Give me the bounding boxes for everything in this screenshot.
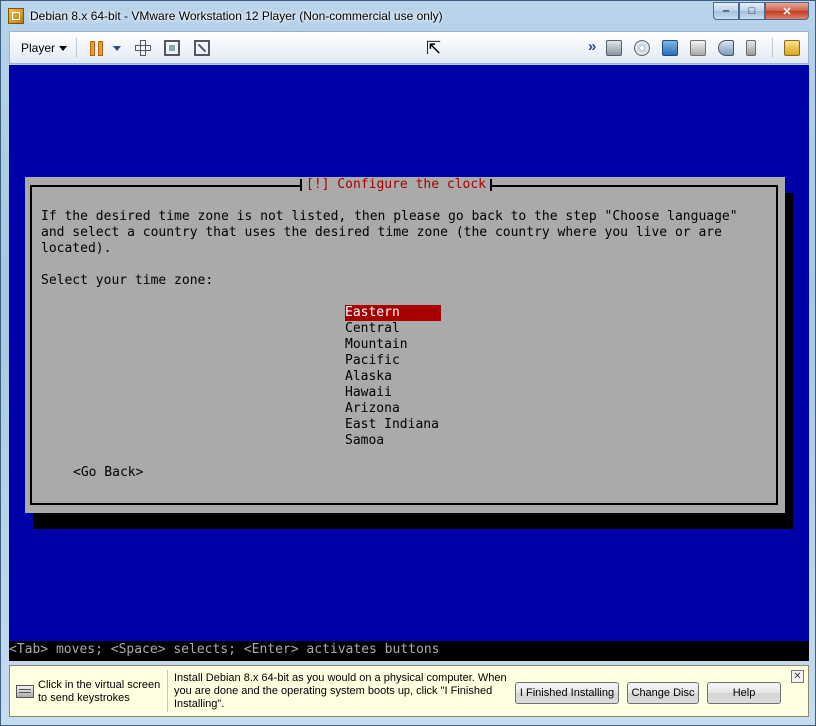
window-controls: ‒ □ ✕ (713, 2, 809, 20)
maximize-button[interactable]: □ (739, 2, 765, 20)
toolbar-divider (772, 38, 773, 58)
virtual-machine-screen[interactable]: [!] Configure the clock If the desired t… (9, 65, 809, 661)
player-menu-button[interactable]: Player (21, 41, 68, 55)
fullscreen-icon[interactable] (164, 40, 180, 56)
power-menu-chevron-icon[interactable] (113, 46, 121, 51)
hint-divider (167, 670, 168, 712)
keystroke-hint: Click in the virtual screen to send keys… (38, 679, 161, 704)
close-button[interactable]: ✕ (765, 2, 809, 20)
unity-icon[interactable] (194, 40, 210, 56)
more-devices-icon[interactable]: » (588, 38, 596, 55)
timezone-option[interactable]: Eastern (345, 305, 441, 321)
mouse-cursor-icon: ⇱ (426, 38, 442, 58)
player-menu-label: Player (21, 41, 56, 55)
help-button[interactable]: Help (707, 682, 781, 704)
sound-card-icon[interactable] (718, 40, 734, 56)
toolbar: Player ⇱ » (9, 31, 809, 64)
dialog-message: If the desired time zone is not listed, … (41, 209, 738, 256)
timezone-option[interactable]: Pacific (345, 353, 441, 369)
cd-dvd-icon[interactable] (634, 40, 650, 56)
close-hint-icon[interactable]: ✕ (791, 670, 804, 683)
timezone-option[interactable]: Central (345, 321, 441, 337)
timezone-option[interactable]: East Indiana (345, 417, 441, 433)
timezone-option[interactable]: Arizona (345, 401, 441, 417)
timezone-option[interactable]: Hawaii (345, 385, 441, 401)
send-ctrl-alt-del-icon[interactable] (135, 40, 151, 56)
finished-installing-button[interactable]: I Finished Installing (515, 682, 619, 704)
keyboard-icon (16, 685, 34, 698)
configure-clock-dialog: [!] Configure the clock If the desired t… (25, 177, 785, 513)
title-bar[interactable]: Debian 8.x 64-bit - VMware Workstation 1… (1, 1, 816, 31)
hard-disk-icon[interactable] (606, 40, 622, 56)
printer-icon[interactable] (690, 40, 706, 56)
dialog-title: [!] Configure the clock (300, 177, 493, 193)
timezone-option[interactable]: Alaska (345, 369, 441, 385)
timezone-list[interactable]: Eastern Central Mountain Pacific Alaska Hawai… (345, 305, 441, 449)
install-hint-text: Install Debian 8.x 64-bit as you would o… (174, 672, 507, 710)
network-adapter-icon[interactable] (662, 40, 678, 56)
window-frame: Debian 8.x 64-bit - VMware Workstation 1… (0, 0, 816, 726)
timezone-prompt: Select your time zone: (41, 273, 214, 288)
timezone-option[interactable]: Samoa (345, 433, 441, 449)
timezone-option[interactable]: Mountain (345, 337, 441, 353)
message-log-icon[interactable] (784, 40, 800, 56)
go-back-button[interactable]: <Go Back> (73, 465, 143, 481)
hint-bar: Click in the virtual screen to send keys… (9, 665, 809, 717)
pause-icon[interactable] (90, 41, 104, 56)
toolbar-divider (76, 38, 77, 58)
window-title: Debian 8.x 64-bit - VMware Workstation 1… (30, 9, 443, 23)
installer-status-line: <Tab> moves; <Space> selects; <Enter> ac… (9, 641, 809, 661)
vmware-app-icon[interactable] (8, 8, 24, 24)
minimize-button[interactable]: ‒ (713, 2, 739, 20)
chevron-down-icon (59, 46, 68, 52)
usb-device-icon[interactable] (746, 40, 756, 56)
change-disc-button[interactable]: Change Disc (627, 682, 699, 704)
